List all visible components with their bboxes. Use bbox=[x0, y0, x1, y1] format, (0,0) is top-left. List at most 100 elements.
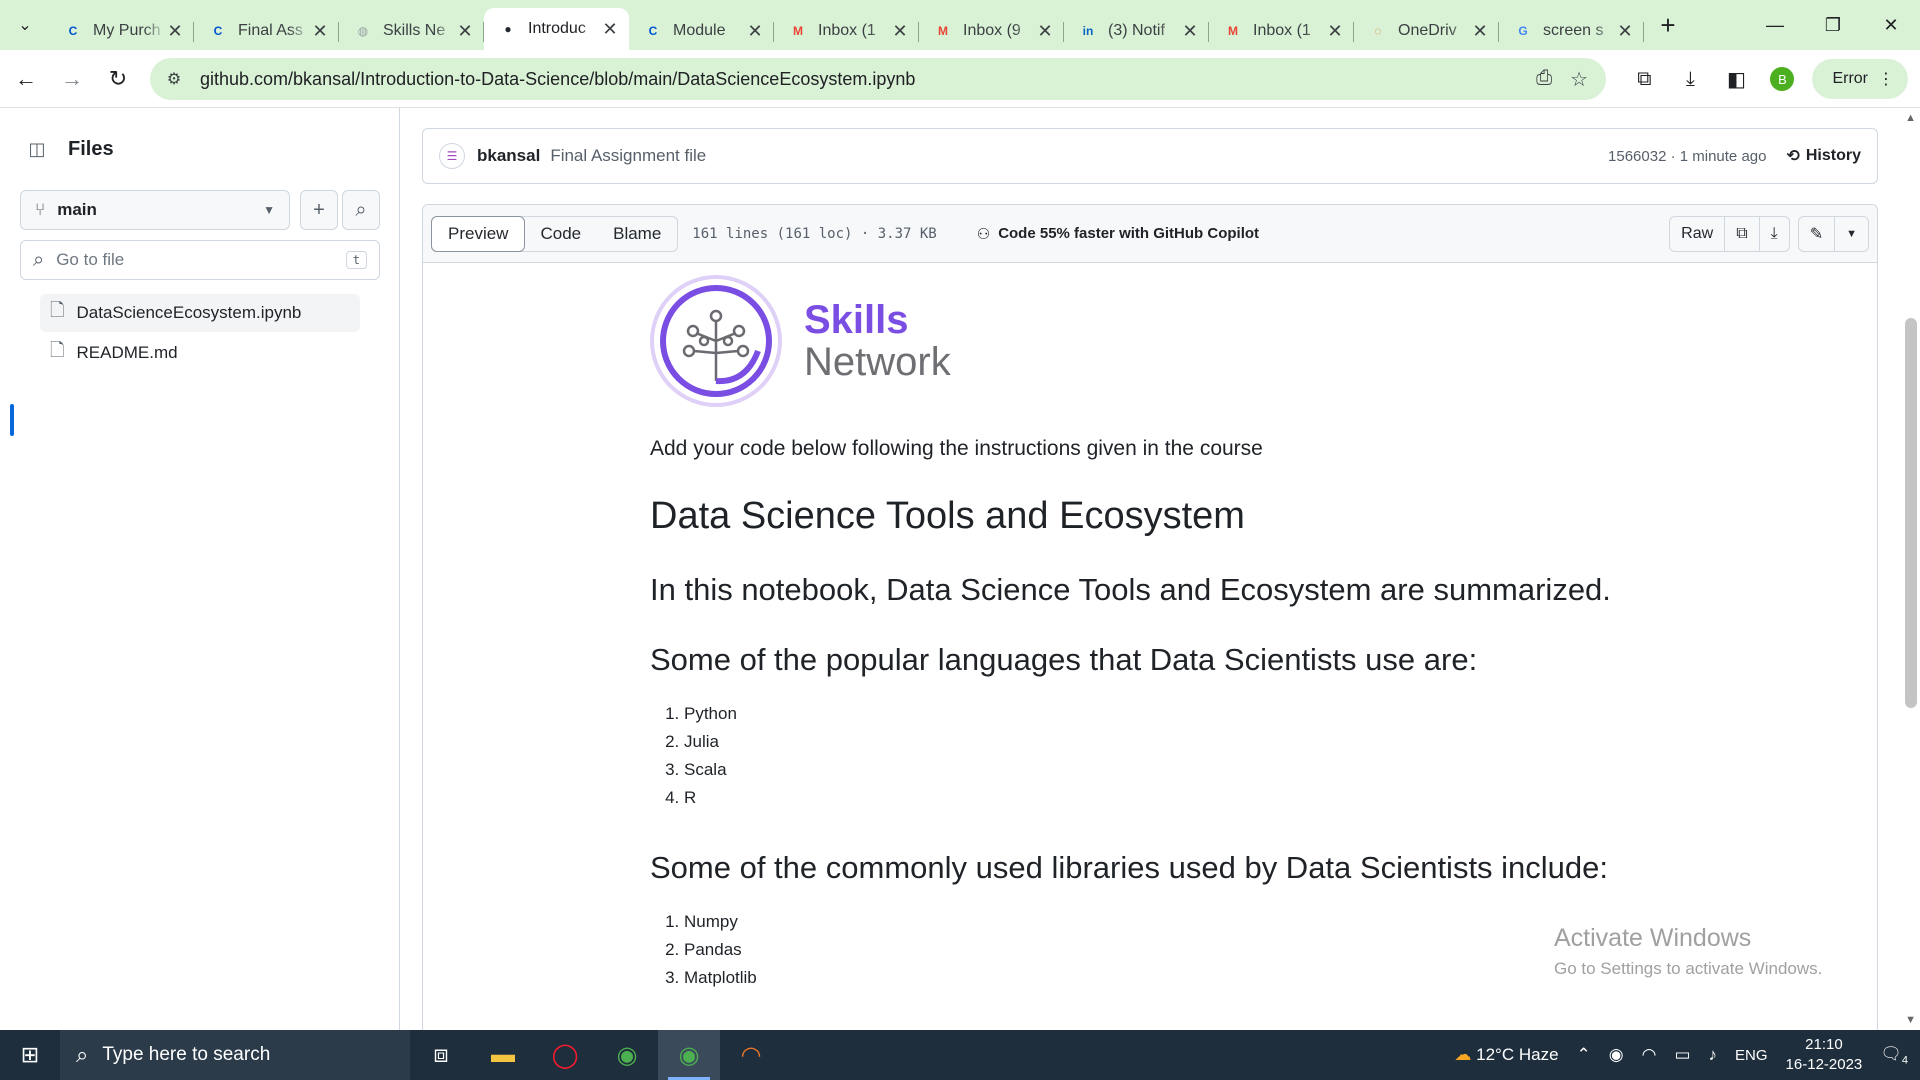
collapse-sidebar-icon[interactable]: ◫ bbox=[20, 132, 54, 166]
close-icon[interactable]: ✕ bbox=[1036, 21, 1054, 42]
reload-button[interactable]: ↻ bbox=[98, 59, 138, 99]
close-window-button[interactable]: ✕ bbox=[1862, 0, 1920, 50]
gmail-icon: M bbox=[1228, 24, 1238, 38]
browser-tab[interactable]: M Inbox (1 ✕ bbox=[774, 12, 919, 50]
scroll-up-arrow-icon[interactable]: ▲ bbox=[1905, 112, 1916, 124]
notebook-summary-heading: In this notebook, Data Science Tools and… bbox=[650, 572, 1611, 607]
language-indicator[interactable]: ENG bbox=[1735, 1047, 1768, 1064]
search-icon[interactable]: ⌕ bbox=[342, 190, 380, 230]
browser-tab[interactable]: C Final Ass ✕ bbox=[194, 12, 339, 50]
windows-taskbar: ⊞ ⌕ Type here to search ⧈ ▬ ◯ ◉ ◉ ◠ ☁ 12… bbox=[0, 1030, 1920, 1080]
url-text[interactable]: github.com/bkansal/Introduction-to-Data-… bbox=[200, 69, 1536, 90]
taskbar-search-box[interactable]: ⌕ Type here to search bbox=[60, 1030, 410, 1080]
notifications-button[interactable]: 🗨4 bbox=[1880, 1044, 1908, 1066]
close-icon[interactable]: ✕ bbox=[456, 21, 474, 42]
tab-title: OneDriv bbox=[1398, 22, 1457, 39]
go-to-file-placeholder: Go to file bbox=[56, 250, 125, 269]
extensions-icon[interactable]: ⧉ bbox=[1628, 59, 1660, 99]
gmail-icon: M bbox=[938, 24, 948, 38]
weather-widget[interactable]: ☁ 12°C Haze bbox=[1454, 1045, 1558, 1065]
close-icon[interactable]: ✕ bbox=[1326, 21, 1344, 42]
opera-icon[interactable]: ◯ bbox=[534, 1030, 596, 1080]
error-menu-button[interactable]: Error ⋮ bbox=[1812, 59, 1908, 99]
page-scrollbar[interactable]: ▲ ▼ bbox=[1902, 108, 1920, 1030]
restore-button[interactable]: ❐ bbox=[1804, 0, 1862, 50]
tab-code[interactable]: Code bbox=[524, 217, 597, 251]
location-icon[interactable]: ◉ bbox=[1609, 1045, 1624, 1065]
history-button[interactable]: ⟲ History bbox=[1786, 146, 1861, 166]
browser-tab[interactable]: ◍ Skills Ne ✕ bbox=[339, 12, 484, 50]
clock[interactable]: 21:10 16-12-2023 bbox=[1786, 1035, 1863, 1076]
file-explorer-icon[interactable]: ▬ bbox=[472, 1030, 534, 1080]
search-icon: ⌕ bbox=[76, 1042, 89, 1067]
browser-tab[interactable]: M Inbox (1 ✕ bbox=[1209, 12, 1354, 50]
commit-author[interactable]: bkansal bbox=[477, 146, 540, 166]
close-icon[interactable]: ✕ bbox=[891, 21, 909, 42]
windows-start-icon[interactable]: ⊞ bbox=[0, 1030, 60, 1080]
file-item-readme[interactable]: 🗋 README.md bbox=[40, 334, 360, 372]
close-icon[interactable]: ✕ bbox=[166, 21, 184, 42]
watermark-subtitle: Go to Settings to activate Windows. bbox=[1554, 959, 1823, 978]
wifi-icon[interactable]: ◠ bbox=[1642, 1045, 1657, 1065]
author-avatar[interactable]: ☰ bbox=[439, 143, 465, 169]
tab-title: Introduc bbox=[528, 20, 586, 37]
browser-tab[interactable]: ◌ OneDriv ✕ bbox=[1354, 12, 1499, 50]
download-icon[interactable]: ⤓ bbox=[1760, 217, 1789, 251]
address-bar[interactable]: ⚙ github.com/bkansal/Introduction-to-Dat… bbox=[150, 58, 1606, 100]
chrome-icon[interactable]: ◉ bbox=[596, 1030, 658, 1080]
onedrive-icon: ◌ bbox=[1374, 24, 1382, 38]
browser-tab[interactable]: ● Introduc ✕ bbox=[484, 8, 629, 50]
close-icon[interactable]: ✕ bbox=[311, 21, 329, 42]
browser-tab[interactable]: Gscreen s ✕ bbox=[1499, 12, 1644, 50]
volume-icon[interactable]: ♪ bbox=[1709, 1045, 1718, 1065]
commit-meta[interactable]: 1566032 · 1 minute ago bbox=[1608, 148, 1766, 165]
file-name: DataScienceEcosystem.ipynb bbox=[76, 303, 302, 322]
notebook-title: Data Science Tools and Ecosystem bbox=[650, 495, 1245, 537]
battery-icon[interactable]: ▭ bbox=[1674, 1045, 1690, 1065]
profile-button[interactable]: B bbox=[1766, 59, 1798, 99]
back-button[interactable]: ← bbox=[6, 59, 46, 99]
file-item-datascienceecosystem[interactable]: 🗋 DataScienceEcosystem.ipynb bbox=[40, 294, 360, 332]
tab-blame[interactable]: Blame bbox=[597, 217, 677, 251]
active-file-indicator bbox=[10, 404, 14, 436]
forward-button[interactable]: → bbox=[52, 59, 92, 99]
new-tab-button[interactable]: + bbox=[1652, 9, 1684, 41]
branch-icon: ⑂ bbox=[35, 200, 46, 219]
raw-button[interactable]: Raw bbox=[1670, 216, 1726, 251]
browser-tab[interactable]: M Inbox (9 ✕ bbox=[919, 12, 1064, 50]
list-item: R bbox=[684, 788, 1750, 816]
browser-tab[interactable]: in (3) Notif ✕ bbox=[1064, 12, 1209, 50]
site-info-icon[interactable]: ⚙ bbox=[154, 69, 194, 89]
bookmark-star-icon[interactable]: ☆ bbox=[1570, 67, 1588, 92]
branch-selector[interactable]: ⑂ main ▼ bbox=[20, 190, 290, 230]
jupyter-icon[interactable]: ◠ bbox=[720, 1030, 782, 1080]
close-icon[interactable]: ✕ bbox=[601, 19, 619, 40]
commit-message[interactable]: Final Assignment file bbox=[550, 146, 706, 166]
close-icon[interactable]: ✕ bbox=[1471, 21, 1489, 42]
install-app-icon[interactable]: ⎙ bbox=[1536, 67, 1552, 92]
add-file-button[interactable]: + bbox=[300, 190, 338, 230]
task-view-icon[interactable]: ⧈ bbox=[410, 1030, 472, 1080]
weather-icon: ☁ bbox=[1454, 1045, 1472, 1064]
copy-raw-icon[interactable]: ⧉ bbox=[1725, 216, 1760, 251]
error-label: Error bbox=[1832, 70, 1868, 87]
side-panel-icon[interactable]: ◧ bbox=[1720, 59, 1752, 99]
close-icon[interactable]: ✕ bbox=[1616, 21, 1634, 42]
tab-search-button[interactable]: ⌄ bbox=[9, 9, 41, 41]
edit-pencil-icon[interactable]: ✎ bbox=[1799, 216, 1836, 251]
minimize-button[interactable]: — bbox=[1746, 0, 1804, 50]
browser-tab[interactable]: C Module ✕ bbox=[629, 12, 774, 50]
show-hidden-icons-icon[interactable]: ⌃ bbox=[1577, 1045, 1591, 1065]
scrollbar-thumb[interactable] bbox=[1905, 318, 1917, 708]
tab-preview[interactable]: Preview bbox=[431, 215, 526, 252]
coursera-icon: C bbox=[648, 24, 658, 38]
go-to-file-input[interactable]: ⌕ Go to file t bbox=[20, 240, 380, 280]
chrome-profile-icon[interactable]: ◉ bbox=[658, 1030, 720, 1080]
browser-tab[interactable]: C My Purch ✕ bbox=[49, 12, 194, 50]
close-icon[interactable]: ✕ bbox=[1181, 21, 1199, 42]
downloads-icon[interactable]: ⤓ bbox=[1674, 59, 1706, 99]
edit-dropdown-icon[interactable]: ▼ bbox=[1835, 217, 1868, 251]
close-icon[interactable]: ✕ bbox=[746, 21, 764, 42]
copilot-promo-link[interactable]: ⚇ Code 55% faster with GitHub Copilot bbox=[977, 225, 1259, 243]
scroll-down-arrow-icon[interactable]: ▼ bbox=[1905, 1014, 1916, 1026]
